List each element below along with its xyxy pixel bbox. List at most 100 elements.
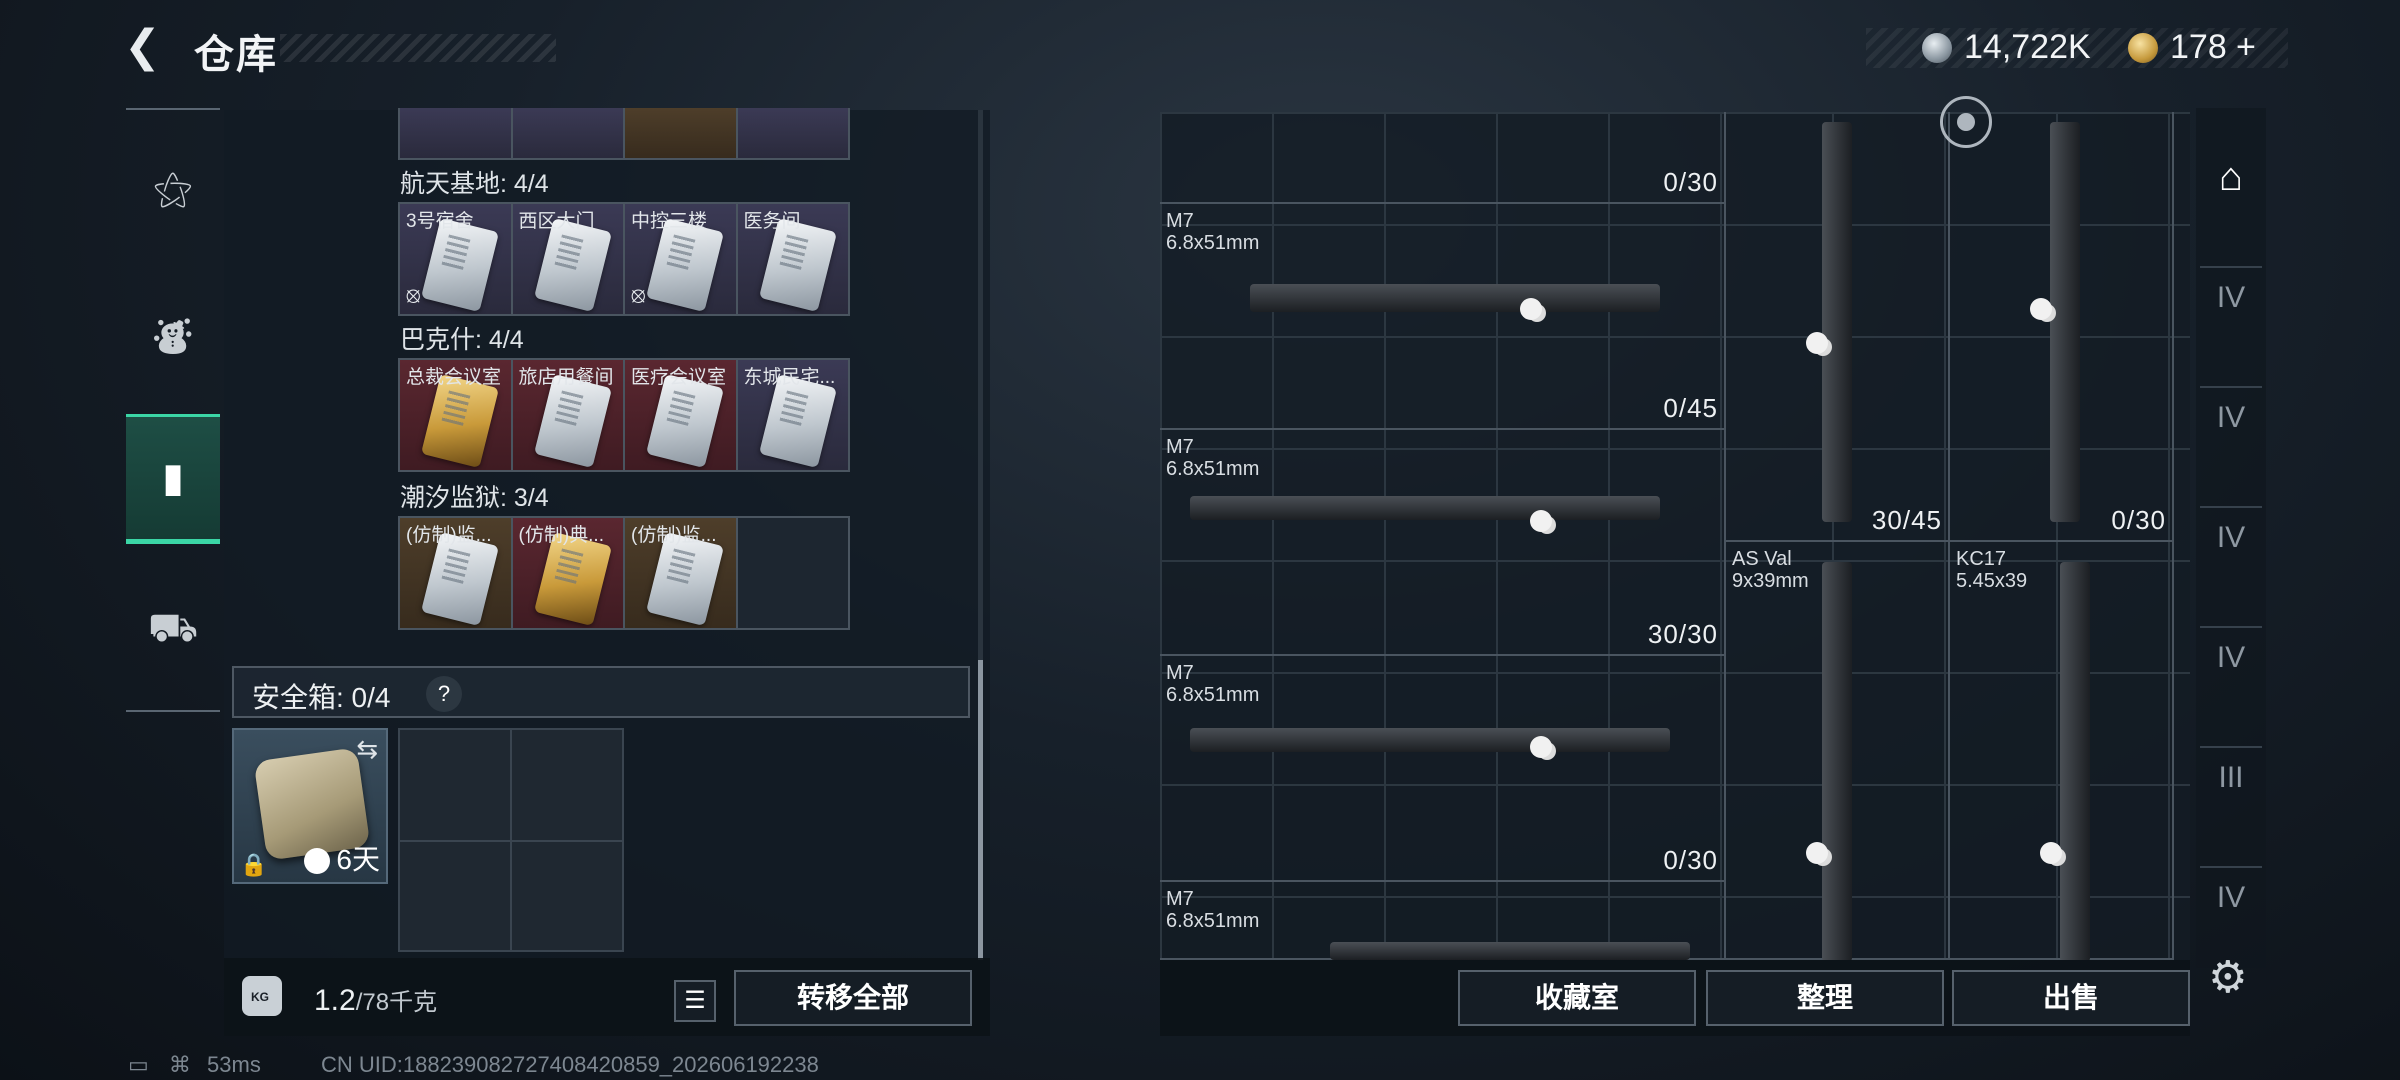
storage-tab[interactable]: IV [2200,266,2262,328]
key-slot[interactable] [737,108,848,158]
page-title: 仓库 [194,33,278,77]
weapon-caliber: 6.8x51mm [1166,910,1260,932]
weapon-name: M7 [1166,662,1194,684]
weapon-name: M7 [1166,436,1194,458]
key-case-icon: ▮ [161,456,184,500]
nav-gear[interactable]: ⛇ [126,270,220,400]
pistol-icon: ⚝ [153,166,193,211]
key-name: 西区大门 [518,211,595,232]
silver-amount: 14,722K [1964,28,2091,66]
tier-label: IV [2216,881,2246,914]
rifle-icon [1330,942,1690,960]
scrollbar-thumb[interactable] [978,660,983,960]
sell-button[interactable]: 出售 [1952,970,2190,1026]
charm-icon [2030,298,2052,320]
key-slot[interactable] [512,108,625,158]
ammo-count: 30/45 [1871,505,1942,535]
wifi-icon: ⌘ [168,1052,191,1077]
swap-icon[interactable]: ⇆ [356,734,378,765]
gold-amount: 178 [2170,28,2227,66]
key-slot[interactable]: (仿制)典... [512,518,625,628]
storage-tab[interactable]: IV [2200,866,2262,928]
key-slot[interactable]: 医疗会议室 [625,360,738,470]
key-slot[interactable]: (仿制)监... [400,518,513,628]
tier-label: IV [2216,521,2246,554]
key-slot[interactable]: 3号宿舍 ⦻ [400,204,513,314]
weight-readout: 1.2/78千克 [314,982,437,1018]
safe-box-grid[interactable] [398,728,624,952]
weapon-slot[interactable]: M7 6.8x51mm 0/45 [1160,204,1726,430]
rifle-icon [1190,496,1660,520]
weapon-slot[interactable]: KC17 5.45x39 [1950,542,2174,960]
settings-gear-icon[interactable]: ⚙ [2208,952,2247,1003]
key-slot[interactable]: 旅店用餐间 [512,360,625,470]
target-scope-icon[interactable] [1940,96,1992,148]
battery-icon: ▭ [128,1052,149,1077]
weapon-slot[interactable]: AS Val 9x39mm [1726,542,1950,960]
ammo-count: 0/30 [1663,845,1718,875]
help-button[interactable]: ? [426,676,462,712]
key-name: 中控三楼 [631,211,708,232]
key-slot[interactable] [400,108,513,158]
storage-tab[interactable]: IV [2200,506,2262,568]
tier-label: IV [2216,281,2246,314]
charm-icon [1530,510,1552,532]
uid-text: CN UID:188239082727408420859_20260619223… [320,1052,819,1077]
case-duration: 6天 [336,844,380,875]
warehouse-home-icon[interactable]: ⌂ [2200,146,2262,208]
key-name: (仿制)典... [518,525,605,546]
key-slot[interactable]: (仿制)监... [625,518,738,628]
weight-bag-icon [242,976,282,1016]
list-view-button[interactable]: ☰ [674,980,716,1022]
weapon-slot[interactable]: 30/45 [1726,112,1950,542]
rifle-icon [1822,122,1852,522]
no-trade-icon: ⦻ [406,282,421,307]
nav-supplies[interactable]: ⛟ [126,566,220,696]
nav-weapons[interactable]: ⚝ [126,124,220,254]
inventory-footer: 1.2/78千克 ☰ 转移全部 [224,958,990,1036]
weapon-slot[interactable]: 0/30 [1160,112,1726,204]
charm-icon [1806,332,1828,354]
tier-label: III [2218,761,2244,794]
key-slot-empty[interactable] [737,518,848,628]
key-slot[interactable]: 东城民宅... [737,360,848,470]
key-slot[interactable]: 中控三楼 ⦻ [625,204,738,314]
tier-label: IV [2216,641,2246,674]
ammo-count: 0/30 [1663,167,1718,197]
list-icon: ☰ [684,987,706,1014]
key-row: (仿制)监... (仿制)典... (仿制)监... [398,516,850,630]
safe-case-item[interactable]: ⇆ 🔒 6天 [232,728,388,884]
back-chevron-icon[interactable]: ❮ [124,24,170,70]
weapon-caliber: 6.8x51mm [1166,232,1260,254]
weapon-slot[interactable]: M7 6.8x51mm 0/30 [1160,656,1726,882]
armor-vest-icon: ⛇ [153,316,193,361]
rifle-icon [2050,122,2080,522]
key-slot[interactable]: 西区大门 [512,204,625,314]
collection-room-button[interactable]: 收藏室 [1458,970,1696,1026]
rifle-icon [2060,562,2090,960]
lock-icon: 🔒 [240,852,268,877]
storage-tab[interactable]: IV [2200,626,2262,688]
weight-current: 1.2 [314,984,356,1017]
key-slot[interactable]: 医务间 [737,204,848,314]
group-label: 航天基地: 4/4 [400,170,549,198]
gold-add-button[interactable]: + [2236,28,2256,67]
storage-tab[interactable]: IV [2200,386,2262,448]
no-trade-icon: ⦻ [631,282,646,307]
key-row: 总裁会议室 旅店用餐间 医疗会议室 东城民宅... [398,358,850,472]
nav-keys[interactable]: ▮ [126,414,220,544]
key-slot[interactable] [625,108,738,158]
weapon-slot[interactable]: M7 6.8x51mm 30/30 [1160,430,1726,656]
charm-icon [1806,842,1828,864]
transfer-all-button[interactable]: 转移全部 [734,970,972,1026]
key-slot[interactable]: 总裁会议室 [400,360,513,470]
ammo-count: 0/45 [1663,393,1718,423]
storage-tab[interactable]: III [2200,746,2262,808]
organize-button[interactable]: 整理 [1706,970,1944,1026]
weapon-slot[interactable]: M7 6.8x51mm [1160,882,1726,960]
weapon-caliber: 6.8x51mm [1166,458,1260,480]
weapon-name: AS Val [1732,548,1792,570]
weapon-slot[interactable]: 0/30 [1950,112,2174,542]
charm-icon [1520,298,1542,320]
ammo-count: 30/30 [1647,619,1718,649]
